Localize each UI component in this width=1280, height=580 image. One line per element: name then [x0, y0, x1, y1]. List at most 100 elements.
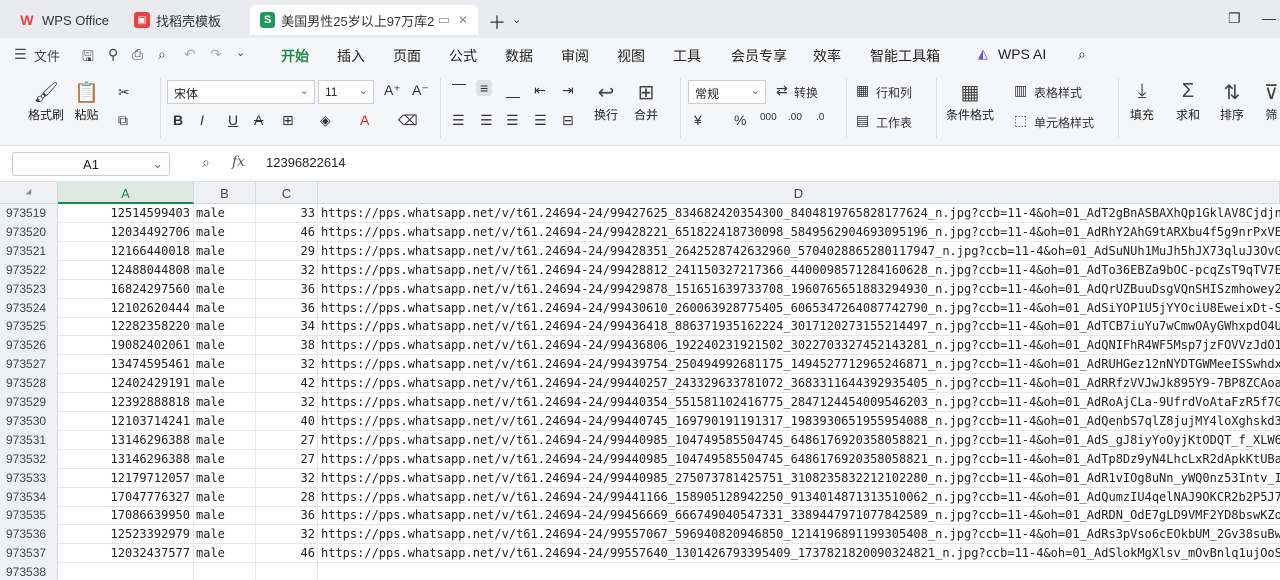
fill-color-icon[interactable]: ◈	[320, 112, 331, 129]
cell-d[interactable]: https://pps.whatsapp.net/v/t61.24694-24/…	[318, 450, 1280, 469]
cell-c[interactable]: 36	[256, 506, 318, 526]
align-center-icon[interactable]: ☰	[480, 112, 493, 129]
cell-d[interactable]: https://pps.whatsapp.net/v/t61.24694-24/…	[318, 393, 1280, 412]
cell-d[interactable]	[318, 563, 1280, 580]
save-icon[interactable]: 🖫	[82, 46, 94, 70]
cell-b[interactable]: male	[194, 393, 256, 412]
cell-b[interactable]: male	[194, 506, 256, 526]
cell-a[interactable]: 13474595461	[58, 355, 194, 375]
cell-b[interactable]: male	[194, 317, 256, 337]
cell-c[interactable]: 29	[256, 241, 318, 261]
search-icon[interactable]: ⌕	[1078, 46, 1086, 63]
cell-b[interactable]: male	[194, 430, 256, 450]
paste-button[interactable]: 📋 粘贴	[74, 80, 99, 123]
menu-review[interactable]: 审阅	[561, 46, 589, 66]
row-number[interactable]: 973524	[0, 298, 58, 318]
redo-icon[interactable]: ↷	[210, 46, 222, 63]
undo-icon[interactable]: ↶	[184, 46, 196, 63]
row-number[interactable]: 973537	[0, 544, 58, 564]
menu-wps-ai[interactable]: WPS AI	[998, 46, 1046, 62]
cell-d[interactable]: https://pps.whatsapp.net/v/t61.24694-24/…	[318, 488, 1280, 507]
row-col-icon[interactable]: ▦	[856, 82, 869, 99]
new-tab-icon[interactable]: ＋	[488, 9, 506, 35]
currency-icon[interactable]: ¥	[694, 112, 702, 128]
tab-templates[interactable]: ▣ 找稻壳模板	[124, 5, 244, 35]
indent-increase-icon[interactable]: ⇥	[562, 82, 574, 99]
cell-a[interactable]: 12166440018	[58, 241, 194, 261]
print-preview-icon[interactable]: ⌕	[158, 46, 166, 63]
cell-a[interactable]: 12488044808	[58, 260, 194, 280]
cell-b[interactable]: male	[194, 449, 256, 469]
cell-c[interactable]: 46	[256, 222, 318, 242]
cell-c[interactable]: 32	[256, 355, 318, 375]
column-header-a[interactable]: A	[58, 182, 194, 204]
row-number[interactable]: 973525	[0, 317, 58, 337]
cell-c[interactable]: 46	[256, 544, 318, 564]
cell-c[interactable]: 32	[256, 260, 318, 280]
cell-a[interactable]	[58, 563, 194, 580]
cell-d[interactable]: https://pps.whatsapp.net/v/t61.24694-24/…	[318, 469, 1280, 488]
restore-window-icon[interactable]: ❐	[1228, 10, 1241, 27]
close-icon[interactable]: ✕	[458, 13, 468, 27]
percent-icon[interactable]: %	[734, 112, 746, 128]
row-number[interactable]: 973521	[0, 241, 58, 261]
strikethrough-icon[interactable]: A	[254, 112, 263, 128]
row-number[interactable]: 973528	[0, 374, 58, 394]
number-format-select[interactable]: 常规 ⌄	[688, 80, 766, 104]
cell-a[interactable]: 12103714241	[58, 411, 194, 431]
column-header-b[interactable]: B	[194, 182, 256, 204]
column-header-d[interactable]: D	[318, 182, 1280, 204]
cell-a[interactable]: 13146296388	[58, 449, 194, 469]
cell-b[interactable]: male	[194, 222, 256, 242]
bold-icon[interactable]: B	[173, 112, 183, 128]
row-number[interactable]: 973533	[0, 468, 58, 488]
cell-d[interactable]: https://pps.whatsapp.net/v/t61.24694-24/…	[318, 506, 1280, 525]
font-color-icon[interactable]: A	[360, 112, 369, 128]
cell-c[interactable]: 27	[256, 430, 318, 450]
cell-style-button[interactable]: 单元格样式	[1034, 114, 1094, 131]
cell-c[interactable]	[256, 563, 318, 580]
cell-d[interactable]: https://pps.whatsapp.net/v/t61.24694-24/…	[318, 280, 1280, 299]
column-header-c[interactable]: C	[256, 182, 318, 204]
formula-input[interactable]: 12396822614	[266, 155, 346, 170]
align-right-icon[interactable]: ☰	[506, 112, 519, 129]
distribute-icon[interactable]: ⊟	[562, 112, 574, 129]
cell-a[interactable]: 17047776327	[58, 487, 194, 507]
cell-d[interactable]: https://pps.whatsapp.net/v/t61.24694-24/…	[318, 355, 1280, 374]
tab-wps-office[interactable]: W WPS Office	[8, 5, 120, 35]
cell-a[interactable]: 19082402061	[58, 336, 194, 356]
cell-d[interactable]: https://pps.whatsapp.net/v/t61.24694-24/…	[318, 317, 1280, 336]
cell-c[interactable]: 38	[256, 336, 318, 356]
function-icon[interactable]: fx	[232, 154, 245, 170]
align-middle-icon[interactable]: ≡	[476, 80, 493, 96]
cell-d[interactable]: https://pps.whatsapp.net/v/t61.24694-24/…	[318, 299, 1280, 318]
menu-data[interactable]: 数据	[505, 46, 533, 66]
cell-b[interactable]: male	[194, 468, 256, 488]
cell-a[interactable]: 17086639950	[58, 506, 194, 526]
cell-b[interactable]: male	[194, 241, 256, 261]
increase-font-icon[interactable]: A⁺	[384, 82, 401, 99]
chevron-down-icon[interactable]: ⌄	[236, 46, 245, 59]
file-menu[interactable]: 文件	[34, 46, 60, 65]
menu-home[interactable]: 开始	[281, 46, 309, 74]
select-all-corner[interactable]: ◢	[0, 182, 58, 204]
clear-format-icon[interactable]: ⌫	[398, 112, 418, 129]
cell-b[interactable]: male	[194, 260, 256, 280]
menu-member[interactable]: 会员专享	[731, 46, 787, 66]
font-name-select[interactable]: 宋体 ⌄	[167, 80, 315, 104]
cell-d[interactable]: https://pps.whatsapp.net/v/t61.24694-24/…	[318, 412, 1280, 431]
cell-b[interactable]: male	[194, 544, 256, 564]
sum-button[interactable]: Σ 求和	[1176, 80, 1200, 123]
convert-icon[interactable]: ⇄	[776, 82, 788, 99]
cell-c[interactable]: 28	[256, 487, 318, 507]
cell-d[interactable]: https://pps.whatsapp.net/v/t61.24694-24/…	[318, 544, 1280, 563]
cell-d[interactable]: https://pps.whatsapp.net/v/t61.24694-24/…	[318, 431, 1280, 450]
worksheet-icon[interactable]: ▤	[856, 112, 869, 129]
cell-c[interactable]: 42	[256, 374, 318, 394]
row-number[interactable]: 973538	[0, 563, 58, 580]
menu-formula[interactable]: 公式	[449, 46, 477, 66]
justify-icon[interactable]: ☰	[534, 112, 547, 129]
row-number[interactable]: 973519	[0, 204, 58, 223]
chevron-down-icon[interactable]: ⌄	[512, 13, 521, 26]
cell-style-icon[interactable]: ⬚	[1014, 112, 1027, 129]
